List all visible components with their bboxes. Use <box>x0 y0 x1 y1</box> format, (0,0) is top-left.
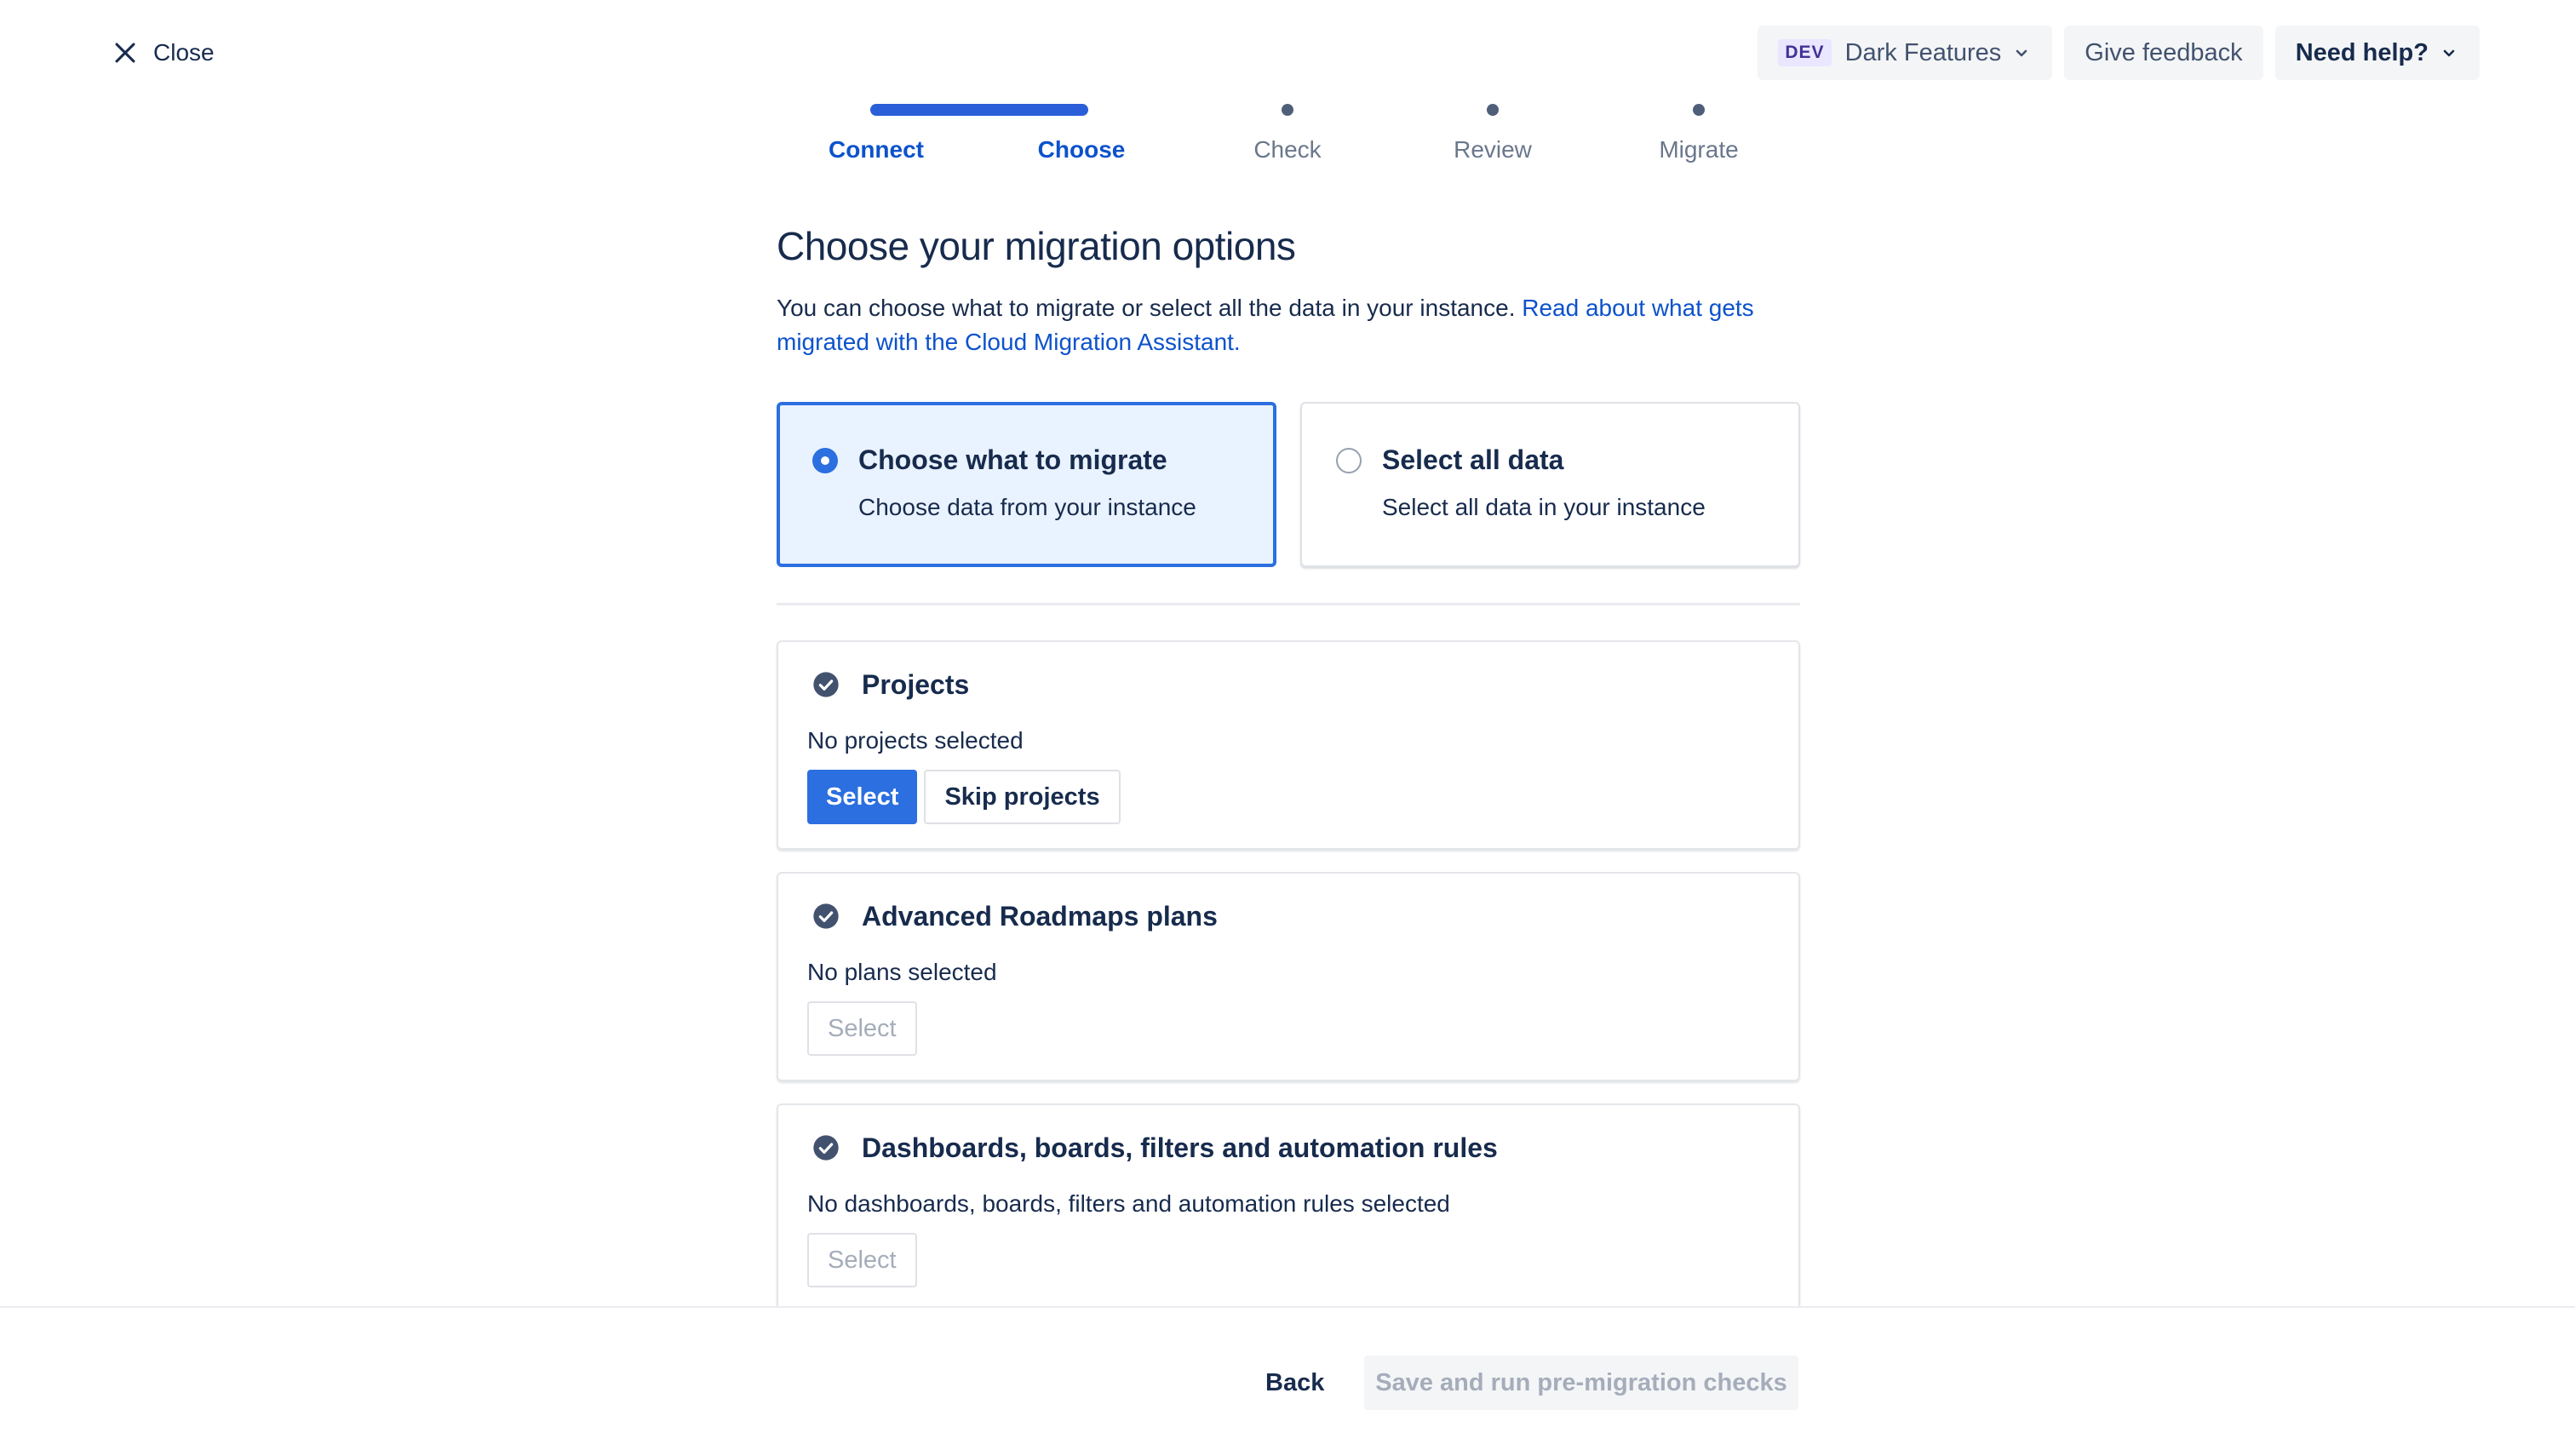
select-dashboards-button[interactable]: Select <box>807 1233 917 1287</box>
step-dot-migrate <box>1693 104 1705 116</box>
card-status: No projects selected <box>807 727 1024 754</box>
give-feedback-label: Give feedback <box>2085 38 2243 66</box>
dev-badge: DEV <box>1778 39 1832 66</box>
card-title: Advanced Roadmaps plans <box>862 901 1218 931</box>
check-circle-icon <box>812 1134 840 1161</box>
step-check: Check <box>1253 136 1322 163</box>
intro-paragraph: You can choose what to migrate or select… <box>777 291 1800 359</box>
radio-selected[interactable] <box>812 448 838 473</box>
section-divider <box>777 603 1800 605</box>
option-description: Choose data from your instance <box>858 494 1196 520</box>
card-actions: Select Skip projects <box>807 770 1121 824</box>
migration-options: Choose what to migrate Choose data from … <box>777 402 1800 567</box>
intro-text: You can choose what to migrate or select… <box>777 295 1523 321</box>
select-projects-button[interactable]: Select <box>807 770 918 824</box>
step-migrate: Migrate <box>1659 136 1739 163</box>
option-title: Choose what to migrate <box>858 444 1167 475</box>
page-title: Choose your migration options <box>777 224 1296 268</box>
chevron-down-icon <box>2439 43 2459 63</box>
dark-features-dropdown[interactable]: DEV Dark Features <box>1758 26 2053 80</box>
check-circle-icon <box>812 671 840 698</box>
card-title: Projects <box>862 669 970 700</box>
select-plans-button[interactable]: Select <box>807 1001 917 1056</box>
close-label: Close <box>153 39 215 66</box>
need-help-label: Need help? <box>2295 38 2429 66</box>
option-select-all-data[interactable]: Select all data Select all data in your … <box>1300 402 1800 567</box>
dark-features-label: Dark Features <box>1844 38 2002 66</box>
back-button[interactable]: Back <box>1243 1356 1346 1410</box>
save-and-run-checks-button[interactable]: Save and run pre-migration checks <box>1364 1356 1798 1410</box>
step-connect: Connect <box>829 136 924 163</box>
close-button[interactable]: Close <box>111 36 215 70</box>
step-choose: Choose <box>1037 136 1126 163</box>
skip-projects-button[interactable]: Skip projects <box>924 770 1121 824</box>
progress-tracker: Connect Choose Check Review Migrate <box>0 94 2575 179</box>
check-circle-icon <box>812 903 840 930</box>
projects-card: Projects No projects selected Select Ski… <box>777 640 1800 850</box>
option-description: Select all data in your instance <box>1382 494 1706 520</box>
give-feedback-button[interactable]: Give feedback <box>2064 26 2263 80</box>
card-title: Dashboards, boards, filters and automati… <box>862 1132 1498 1163</box>
card-status: No plans selected <box>807 959 997 985</box>
radio-unselected[interactable] <box>1336 448 1362 473</box>
progress-bar <box>870 104 1088 116</box>
close-icon <box>115 43 135 63</box>
need-help-dropdown[interactable]: Need help? <box>2274 26 2480 80</box>
card-actions: Select <box>807 1233 917 1287</box>
main-content: Choose your migration options You can ch… <box>777 223 1800 605</box>
advanced-roadmaps-card: Advanced Roadmaps plans No plans selecte… <box>777 872 1800 1081</box>
step-review: Review <box>1454 136 1532 163</box>
header-actions: DEV Dark Features Give feedback Need hel… <box>1758 26 2480 80</box>
dashboards-card: Dashboards, boards, filters and automati… <box>777 1103 1800 1313</box>
chevron-down-icon <box>2011 43 2032 63</box>
option-choose-what-to-migrate[interactable]: Choose what to migrate Choose data from … <box>777 402 1276 567</box>
card-actions: Select <box>807 1001 917 1056</box>
card-status: No dashboards, boards, filters and autom… <box>807 1190 1450 1217</box>
option-title: Select all data <box>1382 444 1564 475</box>
step-dot-check <box>1282 104 1293 116</box>
step-dot-review <box>1487 104 1499 116</box>
footer-bar: Back Save and run pre-migration checks <box>0 1306 2575 1456</box>
